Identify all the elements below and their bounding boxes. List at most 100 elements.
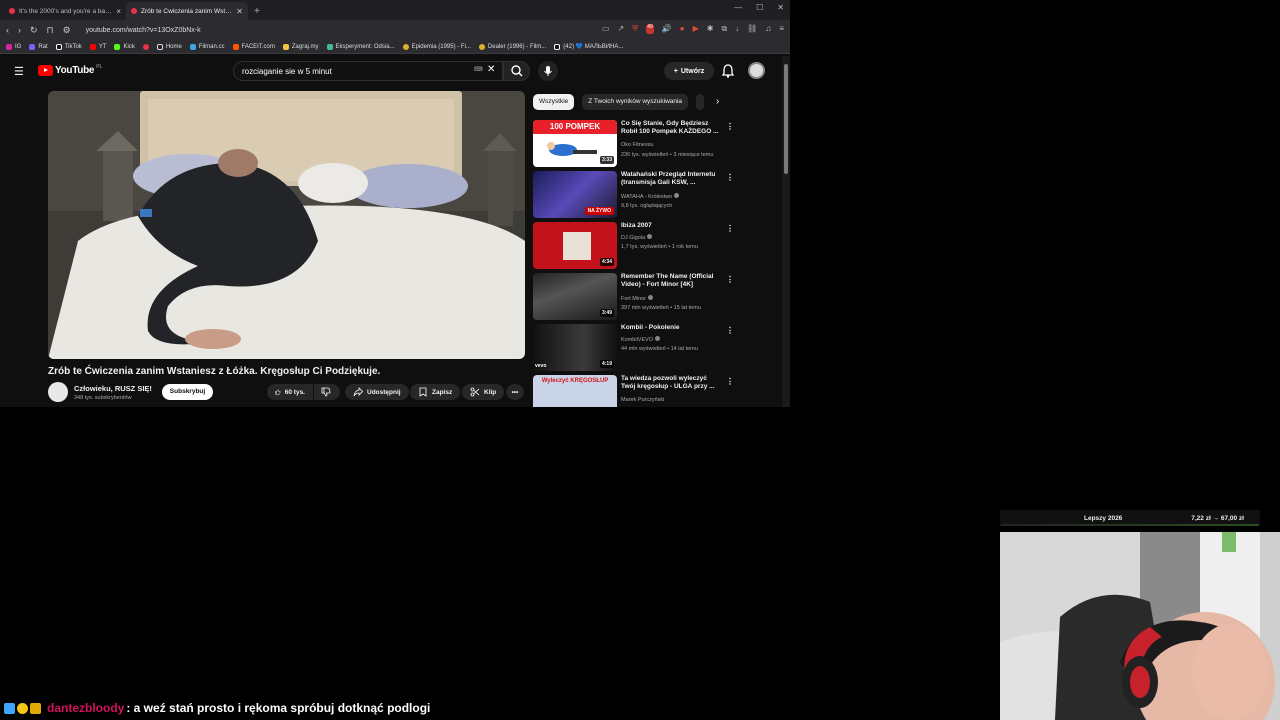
bookmark-malvina[interactable]: (42) 💙 МАЛЬВИНА...	[554, 43, 623, 50]
bookmark-eksperyment[interactable]: Eksperyment: Odsia...	[326, 43, 395, 50]
video-thumbnail[interactable]: 100 POMPEK 3:33	[533, 120, 617, 167]
bookmark-kick[interactable]: Kick	[114, 43, 135, 50]
recommendation-meta: 236 tys. wyświetleń • 3 miesiące temu	[621, 152, 714, 158]
keyboard-icon[interactable]: ⌨	[474, 66, 483, 73]
menu-icon[interactable]: ≡	[779, 24, 784, 34]
brave-shield-icon[interactable]: ⛨	[632, 24, 638, 34]
tab-close-icon[interactable]: ×	[116, 7, 121, 16]
bookmark-dealer[interactable]: Dealer (1996) - Film...	[478, 43, 546, 50]
save-button[interactable]: Zapisz	[410, 384, 461, 400]
bookmark-rat[interactable]: Rat	[29, 43, 48, 50]
scrollbar-thumb[interactable]	[784, 64, 788, 174]
back-icon[interactable]: ‹	[6, 25, 9, 35]
recommendation-item[interactable]: 4:34 Ibiza 2007 DJ Gigola 1,7 tys. wyświ…	[533, 222, 734, 270]
close-window-icon[interactable]: ✕	[777, 3, 784, 12]
clear-search-icon[interactable]: ✕	[487, 64, 495, 75]
recommendation-item[interactable]: vevo 4:19 Kombii - Pokolenie KombiiVEVO …	[533, 324, 734, 372]
search-button[interactable]	[503, 61, 530, 81]
cast-icon[interactable]: ▭	[602, 24, 610, 34]
maximize-icon[interactable]: ☐	[756, 3, 763, 12]
channel-avatar[interactable]	[48, 382, 68, 402]
reload-icon[interactable]: ↻	[30, 25, 38, 36]
video-player[interactable]	[48, 91, 525, 359]
minimize-icon[interactable]: —	[734, 3, 742, 12]
like-button[interactable]: 60 tys.	[267, 384, 313, 400]
microphone-icon	[544, 66, 552, 76]
youtube-page: ☰ YouTube PL rozciaganie sie w 5 minut ⌨…	[0, 56, 782, 407]
chip-all[interactable]: Wszystkie	[533, 94, 575, 110]
more-vertical-icon[interactable]: ⋮	[726, 173, 734, 182]
url-field[interactable]: youtube.com/watch?v=13OxZ0bNx-k	[86, 27, 201, 34]
site-settings-icon[interactable]: ⚙	[63, 25, 71, 36]
bookmark-filman[interactable]: Filman.cc	[189, 43, 225, 50]
page-scrollbar[interactable]	[782, 56, 790, 407]
extensions-bar: ▭ ↗ ⛨ 49 🔊 ● ▶ ✱ ⧉ ↓ ⛓ ♫ ≡	[602, 24, 784, 34]
rat-icon	[29, 43, 36, 50]
window-controls: — ☐ ✕	[734, 3, 784, 12]
clip-button[interactable]: Klip	[462, 384, 505, 400]
recommendation-item[interactable]: 3:49 Remember The Name (Official Video) …	[533, 273, 734, 321]
bookmark-ig[interactable]: IG	[6, 43, 21, 50]
chip-from-search[interactable]: Z Twoich wyników wyszukiwania	[582, 94, 689, 110]
filter-chips: Wszystkie Z Twoich wyników wyszukiwania	[533, 94, 705, 110]
search-input[interactable]: rozciaganie sie w 5 minut	[233, 61, 503, 81]
chip-partial[interactable]	[696, 94, 705, 110]
more-vertical-icon[interactable]: ⋮	[726, 275, 734, 284]
recommendation-item[interactable]: Wyleczyć KRĘGOSŁUP Ta wiedza pozwoli wyl…	[533, 375, 733, 407]
channel-name[interactable]: Człowieku, RUSZ SIĘ!	[74, 384, 152, 393]
record-icon[interactable]: ●	[680, 24, 685, 34]
ext-badge[interactable]: 49	[646, 24, 654, 34]
youtube-logo[interactable]: YouTube PL	[38, 64, 102, 76]
recommendation-title: Co Się Stanie, Gdy Będziesz Robił 100 Po…	[621, 120, 719, 135]
bookmark-epidemia[interactable]: Epidemia (1995) - Fi...	[402, 43, 471, 50]
more-vertical-icon[interactable]: ⋮	[726, 122, 734, 131]
share-button[interactable]: Udostępnij	[345, 384, 409, 400]
video-thumbnail[interactable]: 3:49	[533, 273, 617, 320]
channel-row: Człowieku, RUSZ SIĘ! 348 tys. subskryben…	[48, 382, 528, 404]
plus-icon: +	[673, 67, 678, 75]
bookmark-red[interactable]	[142, 43, 149, 50]
more-vertical-icon[interactable]: ⋮	[726, 326, 734, 335]
subscribe-button[interactable]: Subskrybuj	[162, 384, 213, 400]
dislike-button[interactable]	[314, 384, 340, 400]
speaker-icon[interactable]: 🔊	[662, 24, 672, 34]
voice-search-button[interactable]	[538, 61, 558, 81]
thumbnail-text: Wyleczyć KRĘGOSŁUP	[541, 378, 609, 384]
more-vertical-icon[interactable]: ⋮	[726, 377, 733, 386]
bookmark-tiktok[interactable]: TikTok	[55, 43, 82, 50]
x-icon	[156, 43, 163, 50]
recommendation-item[interactable]: NA ŻYWO Watahański Przegląd Internetu (t…	[533, 171, 734, 219]
notifications-bell-icon[interactable]	[721, 63, 735, 79]
recommendation-channel: Fort Minor	[621, 295, 654, 302]
music-icon[interactable]: ♫	[765, 24, 771, 34]
video-thumbnail[interactable]: vevo 4:19	[533, 324, 617, 371]
video-thumbnail[interactable]: NA ŻYWO	[533, 171, 617, 218]
tab-baddie[interactable]: It's the 2000's and you're a baddie - ×	[4, 2, 126, 20]
bookmark-icon[interactable]: ⊓	[47, 25, 54, 36]
forward-icon[interactable]: ›	[18, 25, 21, 35]
video-thumbnail[interactable]: Wyleczyć KRĘGOSŁUP	[533, 375, 617, 407]
create-button[interactable]: + Utwórz	[664, 62, 714, 80]
link-icon[interactable]: ⛓	[747, 24, 757, 34]
bookmark-zagraj[interactable]: Zagraj.my	[282, 43, 319, 50]
extension-icon[interactable]: ✱	[707, 24, 714, 34]
duration-badge: 4:34	[599, 258, 614, 266]
recommendation-item[interactable]: 100 POMPEK 3:33 Co Się Stanie, Gdy Będzi…	[533, 120, 734, 168]
youtube-ext-icon[interactable]: ▶	[693, 24, 699, 34]
tab-close-icon[interactable]: ✕	[236, 7, 243, 16]
goal-label: Lepszy 2026	[1084, 514, 1123, 522]
share-icon[interactable]: ↗	[618, 24, 625, 34]
chips-next-icon[interactable]: ›	[716, 96, 719, 107]
download-icon[interactable]: ↓	[735, 24, 739, 34]
account-avatar[interactable]	[748, 62, 765, 79]
bookmark-faceit[interactable]: FACEIT.com	[232, 43, 275, 50]
new-tab-button[interactable]: +	[248, 6, 266, 20]
bookmark-home[interactable]: Home	[156, 43, 182, 50]
more-actions-button[interactable]: •••	[506, 384, 524, 400]
more-vertical-icon[interactable]: ⋮	[726, 224, 734, 233]
bookmark-yt[interactable]: YT	[89, 43, 106, 50]
video-thumbnail[interactable]: 4:34	[533, 222, 617, 269]
tab-current-video[interactable]: Zrób te Ćwiczenia zanim Wstani ✕	[126, 2, 248, 20]
puzzle-icon[interactable]: ⧉	[721, 24, 727, 34]
hamburger-menu-icon[interactable]: ☰	[14, 65, 24, 78]
